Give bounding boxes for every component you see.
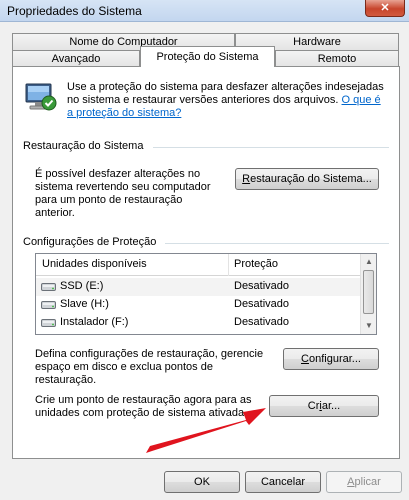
drive-status: Desativado	[234, 298, 290, 310]
window-title: Propriedades do Sistema	[7, 4, 142, 18]
list-scrollbar[interactable]: ▲ ▼	[360, 254, 376, 334]
column-divider[interactable]	[228, 254, 229, 276]
scroll-down-icon[interactable]: ▼	[361, 318, 376, 334]
drive-name: Instalador (F:)	[60, 316, 129, 328]
drive-name: Slave (H:)	[60, 298, 109, 310]
scroll-thumb[interactable]	[363, 270, 374, 314]
apply-button[interactable]: Aplicar	[326, 471, 402, 493]
column-protection[interactable]: Proteção	[234, 258, 278, 270]
scroll-up-icon[interactable]: ▲	[361, 254, 376, 270]
column-drives[interactable]: Unidades disponíveis	[42, 258, 147, 270]
restore-separator	[153, 147, 389, 148]
drive-name: SSD (E:)	[60, 280, 104, 292]
list-header: Unidades disponíveis Proteção	[36, 254, 361, 276]
system-restore-button[interactable]: Restauração do Sistema...	[235, 168, 379, 190]
tab-system-protection[interactable]: Proteção do Sistema	[140, 46, 275, 67]
restore-heading: Restauração do Sistema	[23, 140, 144, 152]
drive-status: Desativado	[234, 280, 290, 292]
close-button[interactable]: ✕	[365, 0, 405, 17]
cancel-button[interactable]: Cancelar	[245, 471, 321, 493]
drives-list[interactable]: Unidades disponíveis Proteção SSD (E:) D…	[35, 253, 377, 335]
intro-text: Use a proteção do sistema para desfazer …	[67, 81, 384, 119]
drive-status: Desativado	[234, 316, 290, 328]
configure-description: Defina configurações de restauração, ger…	[35, 348, 264, 386]
system-protection-icon	[25, 83, 57, 111]
title-bar: Propriedades do Sistema ✕	[0, 0, 409, 22]
configure-button[interactable]: Configurar...	[283, 348, 379, 370]
ok-button[interactable]: OK	[164, 471, 240, 493]
list-item[interactable]: Slave (H:) Desativado	[36, 296, 361, 314]
drive-icon	[41, 283, 56, 291]
restore-description: É possível desfazer alterações no sistem…	[35, 168, 211, 219]
list-item[interactable]: Instalador (F:) Desativado	[36, 314, 361, 332]
tab-panel: Use a proteção do sistema para desfazer …	[12, 66, 400, 459]
protection-heading: Configurações de Proteção	[23, 236, 157, 248]
drive-icon	[41, 319, 56, 327]
drive-icon	[41, 301, 56, 309]
list-item[interactable]: SSD (E:) Desativado	[36, 278, 361, 296]
protection-separator	[165, 243, 389, 244]
create-button[interactable]: Criar...	[269, 395, 379, 417]
create-description: Crie um ponto de restauração agora para …	[35, 394, 252, 419]
